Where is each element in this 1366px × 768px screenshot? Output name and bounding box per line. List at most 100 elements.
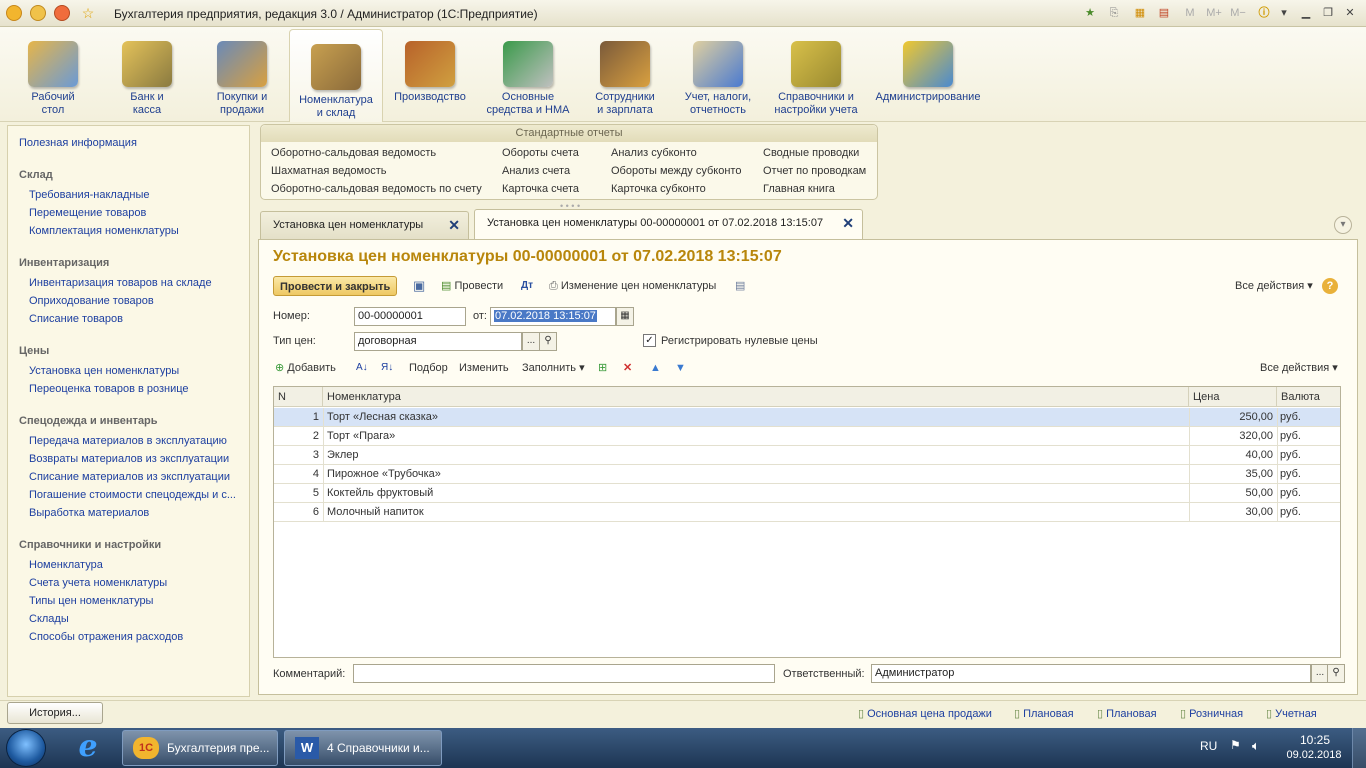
flag-icon[interactable]: ⚑ — [1230, 738, 1241, 752]
report-link[interactable]: Оборотно-сальдовая ведомость — [271, 147, 436, 159]
report-link[interactable]: Отчет по проводкам — [763, 165, 866, 177]
column-header-n[interactable]: N — [274, 387, 323, 407]
section-5[interactable]: Производство — [388, 27, 472, 122]
date-field[interactable]: 07.02.2018 13:15:07 — [490, 307, 616, 326]
start-button-icon[interactable] — [6, 729, 46, 767]
price-type-field[interactable]: договорная — [354, 332, 522, 351]
restore-icon[interactable]: ❐ — [1320, 5, 1336, 21]
nav-link[interactable]: Передача материалов в эксплуатацию — [29, 435, 227, 447]
section-6[interactable]: Основные средства и НМА — [480, 27, 576, 122]
tabs-menu-chevron-icon[interactable]: ▾ — [1334, 216, 1352, 234]
internet-explorer-icon[interactable]: e — [70, 732, 106, 764]
nav-link[interactable]: Возвраты материалов из эксплуатации — [29, 453, 229, 465]
nav-link[interactable]: Счета учета номенклатуры — [29, 577, 167, 589]
nav-link[interactable]: Установка цен номенклатуры — [29, 365, 179, 377]
table-row[interactable]: 6 Молочный напиток 30,00 руб. — [274, 503, 1340, 522]
nav-link[interactable]: Оприходование товаров — [29, 295, 154, 307]
section-8[interactable]: Учет, налоги, отчетность — [676, 27, 760, 122]
table-all-actions-menu[interactable]: Все действия ▾ — [1260, 358, 1338, 378]
table-row[interactable]: 4 Пирожное «Трубочка» 35,00 руб. — [274, 465, 1340, 484]
calculator-icon[interactable]: ▦ — [1132, 5, 1148, 21]
clock-time[interactable]: 10:25 — [1290, 733, 1340, 747]
section-10[interactable]: Администрирование — [872, 27, 984, 122]
help-icon[interactable]: ? — [1322, 278, 1338, 294]
history-icon[interactable]: ⎘ — [1106, 5, 1122, 21]
back-icon[interactable] — [54, 5, 70, 21]
nav-link[interactable]: Комплектация номенклатуры — [29, 225, 179, 237]
task-word[interactable]: W 4 Справочники и... — [284, 730, 442, 766]
responsible-search-icon[interactable]: ⚲ — [1327, 664, 1345, 683]
memory-mplus-icon[interactable]: M+ — [1204, 5, 1224, 21]
close-tab-icon[interactable]: ✕ — [842, 210, 854, 236]
register-zero-checkbox[interactable]: ✓ — [643, 334, 656, 347]
info-icon[interactable]: ⓘ — [1256, 5, 1272, 21]
select-button[interactable]: Подбор — [409, 358, 448, 378]
column-header-name[interactable]: Номенклатура — [323, 387, 1189, 407]
memory-m-icon[interactable]: M — [1182, 5, 1198, 21]
volume-icon[interactable]: 🔈︎ — [1252, 738, 1260, 754]
minimize-icon[interactable]: ▁ — [1298, 5, 1314, 21]
report-link[interactable]: Шахматная ведомость — [271, 165, 386, 177]
post-button[interactable]: ▤ Провести — [441, 276, 503, 296]
nav-link[interactable]: Перемещение товаров — [29, 207, 146, 219]
table-row[interactable]: 3 Эклер 40,00 руб. — [274, 446, 1340, 465]
section-3[interactable]: Покупки и продажи — [206, 27, 278, 122]
fill-menu[interactable]: Заполнить ▾ — [522, 358, 585, 378]
price-type-link[interactable]: ▯ Основная цена продажи — [858, 707, 992, 720]
dt-kt-icon[interactable]: Дт — [521, 276, 533, 296]
table-row[interactable]: 1 Торт «Лесная сказка» 250,00 руб. — [274, 408, 1340, 427]
memory-mminus-icon[interactable]: M− — [1228, 5, 1248, 21]
report-link[interactable]: Сводные проводки — [763, 147, 859, 159]
nav-link[interactable]: Выработка материалов — [29, 507, 149, 519]
report-link[interactable]: Анализ субконто — [611, 147, 697, 159]
table-row[interactable]: 5 Коктейль фруктовый 50,00 руб. — [274, 484, 1340, 503]
edit-button[interactable]: Изменить — [459, 358, 509, 378]
sort-asc-icon[interactable]: A↓ — [356, 358, 368, 378]
nav-link[interactable]: Типы цен номенклатуры — [29, 595, 153, 607]
nav-link[interactable]: Требования-накладные — [29, 189, 150, 201]
price-type-link[interactable]: ▯ Плановая — [1097, 707, 1157, 720]
search-icon[interactable]: ⚲ — [539, 332, 557, 351]
report-icon[interactable]: ▤ — [735, 276, 745, 296]
calendar-picker-icon[interactable]: ▦ — [616, 307, 634, 326]
responsible-field[interactable]: Администратор — [871, 664, 1311, 683]
tab-price-document[interactable]: Установка цен номенклатуры 00-00000001 о… — [474, 209, 863, 240]
favorites-star-icon[interactable]: ☆ — [80, 5, 96, 21]
table-row[interactable]: 2 Торт «Прага» 320,00 руб. — [274, 427, 1340, 446]
comment-field[interactable] — [353, 664, 775, 683]
report-link[interactable]: Обороты между субконто — [611, 165, 741, 177]
chevron-down-icon[interactable]: ▾ — [1276, 5, 1292, 21]
report-link[interactable]: Карточка субконто — [611, 183, 706, 195]
section-4[interactable]: Номенклатура и склад — [289, 29, 383, 122]
nav-link[interactable]: Списание материалов из эксплуатации — [29, 471, 230, 483]
section-9[interactable]: Справочники и настройки учета — [768, 27, 864, 122]
report-link[interactable]: Обороты счета — [502, 147, 579, 159]
clock-date[interactable]: 09.02.2018 — [1284, 749, 1344, 761]
report-link[interactable]: Анализ счета — [502, 165, 570, 177]
post-and-close-button[interactable]: Провести и закрыть — [273, 276, 398, 296]
close-icon[interactable]: ✕ — [1342, 5, 1358, 21]
menu-icon[interactable] — [30, 5, 46, 21]
nav-link[interactable]: Номенклатура — [29, 559, 103, 571]
show-desktop-button[interactable] — [1352, 728, 1366, 768]
report-link[interactable]: Оборотно-сальдовая ведомость по счету — [271, 183, 482, 195]
change-prices-button[interactable]: ⎙ Изменение цен номенклатуры — [549, 276, 716, 296]
save-icon[interactable]: ▣ — [413, 276, 429, 296]
sort-desc-icon[interactable]: Я↓ — [381, 358, 393, 378]
close-tab-icon[interactable]: ✕ — [448, 212, 460, 238]
select-ellipsis-button[interactable]: ... — [522, 332, 540, 351]
copy-row-icon[interactable]: ⊞ — [598, 358, 607, 378]
nav-link[interactable]: Способы отражения расходов — [29, 631, 183, 643]
move-up-icon[interactable]: ▲ — [650, 358, 661, 378]
calendar-icon[interactable]: ▤ — [1156, 5, 1172, 21]
section-1[interactable]: Рабочий стол — [18, 27, 88, 122]
move-down-icon[interactable]: ▼ — [675, 358, 686, 378]
all-actions-menu[interactable]: Все действия ▾ — [1235, 276, 1313, 296]
add-row-button[interactable]: ⊕ Добавить — [275, 358, 336, 378]
nav-link[interactable]: Инвентаризация товаров на складе — [29, 277, 212, 289]
column-header-price[interactable]: Цена — [1189, 387, 1277, 407]
nav-link[interactable]: Погашение стоимости спецодежды и с... — [29, 489, 236, 501]
report-link[interactable]: Главная книга — [763, 183, 835, 195]
nav-link[interactable]: Переоценка товаров в рознице — [29, 383, 189, 395]
nav-link[interactable]: Склады — [29, 613, 69, 625]
